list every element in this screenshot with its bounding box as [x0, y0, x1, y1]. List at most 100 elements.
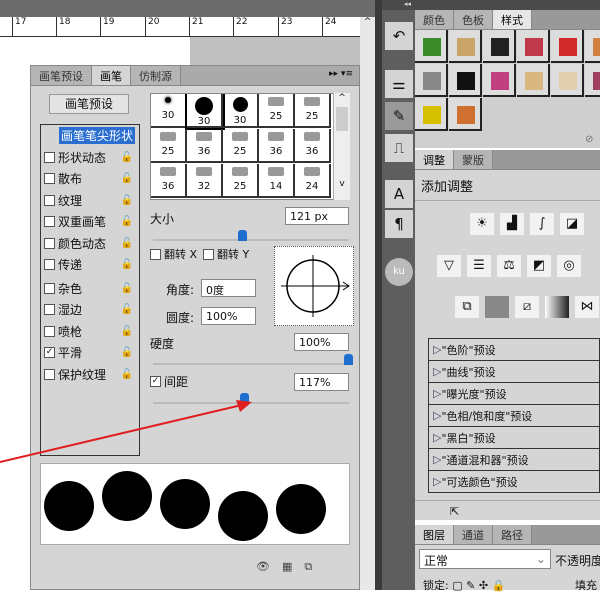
- adjustment-preset-item[interactable]: ▷ "色阶"预设: [429, 339, 599, 361]
- brush-tip[interactable]: [259, 199, 295, 200]
- tab-paths[interactable]: 路径: [493, 525, 532, 544]
- size-slider-thumb[interactable]: [238, 230, 248, 241]
- option-shape-dynamics[interactable]: 形状动态 🔓: [41, 147, 139, 169]
- style-swatch[interactable]: [483, 30, 516, 63]
- checkbox[interactable]: [44, 151, 55, 163]
- vibrance-icon[interactable]: ▽: [437, 255, 461, 277]
- size-slider[interactable]: [153, 230, 349, 241]
- panel-menu-icon[interactable]: ▸▸ ▾≡: [181, 66, 359, 85]
- brush-tip[interactable]: 36: [295, 129, 331, 163]
- blend-mode-select[interactable]: 正常 ⌄: [419, 549, 551, 569]
- option-scattering[interactable]: 散布 🔓: [41, 168, 139, 190]
- checkbox[interactable]: [44, 173, 55, 185]
- option-noise[interactable]: 杂色 🔓: [41, 278, 139, 300]
- option-transfer[interactable]: 传递 🔓: [41, 254, 139, 276]
- option-airbrush[interactable]: 喷枪 🔓: [41, 321, 139, 343]
- angle-input[interactable]: 0度: [201, 279, 256, 297]
- option-texture[interactable]: 纹理 🔓: [41, 190, 139, 212]
- brush-presets-button[interactable]: 画笔预设: [49, 94, 129, 114]
- tab-channels[interactable]: 通道: [454, 525, 493, 544]
- threshold-icon[interactable]: ⧄: [515, 296, 539, 318]
- checkbox[interactable]: [44, 216, 55, 228]
- history-icon[interactable]: ↶: [385, 22, 413, 50]
- exposure-icon[interactable]: ◪: [560, 213, 584, 235]
- style-swatch[interactable]: [449, 98, 482, 131]
- style-swatch[interactable]: [585, 30, 600, 63]
- lock-icon[interactable]: 🔓: [121, 216, 133, 227]
- tip-grid-scrollbar[interactable]: ^ v: [333, 93, 350, 200]
- clone-source-icon[interactable]: ⎍: [385, 134, 413, 162]
- grid-icon[interactable]: ▦: [282, 560, 304, 573]
- option-smoothing[interactable]: ✓ 平滑 🔓: [41, 342, 139, 364]
- option-wet-edges[interactable]: 湿边 🔓: [41, 299, 139, 321]
- style-swatch[interactable]: [415, 98, 448, 131]
- tab-adjustments[interactable]: 调整: [415, 150, 454, 169]
- style-swatch[interactable]: [585, 64, 600, 97]
- tab-layers[interactable]: 图层: [415, 525, 454, 544]
- levels-icon[interactable]: ▟: [500, 213, 524, 235]
- hardness-input[interactable]: 100%: [294, 333, 349, 351]
- brush-tip[interactable]: [223, 199, 259, 200]
- style-swatch[interactable]: [415, 30, 448, 63]
- curves-icon[interactable]: ∫: [530, 213, 554, 235]
- brush-tip[interactable]: 25: [223, 129, 259, 163]
- tab-swatches[interactable]: 色板: [454, 10, 493, 29]
- paragraph-icon[interactable]: ¶: [385, 210, 413, 238]
- brush-tip[interactable]: 30: [151, 94, 187, 128]
- brightness-contrast-icon[interactable]: ☀: [470, 213, 494, 235]
- tab-brush-presets[interactable]: 画笔预设: [31, 66, 92, 85]
- brush-tip[interactable]: 36: [259, 129, 295, 163]
- scroll-up-icon[interactable]: ^: [364, 17, 372, 27]
- lock-icon[interactable]: 🔓: [121, 283, 133, 294]
- style-swatch[interactable]: [517, 30, 550, 63]
- brush-tip[interactable]: 32: [187, 164, 223, 198]
- checkbox[interactable]: [44, 368, 55, 380]
- brush-tip[interactable]: 30: [185, 94, 225, 130]
- spacing-input[interactable]: 117%: [294, 373, 349, 391]
- black-white-icon[interactable]: ◩: [527, 255, 551, 277]
- adjustment-preset-item[interactable]: ▷ "曝光度"预设: [429, 383, 599, 405]
- angle-roundness-widget[interactable]: [274, 246, 354, 326]
- selective-color-icon[interactable]: ⋈: [575, 296, 599, 318]
- expand-triangle-icon[interactable]: ▷: [433, 343, 441, 356]
- adjustment-preset-item[interactable]: ▷ "通道混和器"预设: [429, 449, 599, 471]
- checkbox[interactable]: [44, 194, 55, 206]
- checkbox[interactable]: [44, 325, 55, 337]
- new-preset-icon[interactable]: ⧉: [304, 560, 324, 573]
- character-icon[interactable]: A: [385, 180, 413, 208]
- color-balance-icon[interactable]: ⚖: [497, 255, 521, 277]
- lock-icon[interactable]: 🔓: [121, 304, 133, 315]
- style-swatch[interactable]: [483, 64, 516, 97]
- lock-icon[interactable]: 🔓: [121, 259, 133, 270]
- tab-color[interactable]: 颜色: [415, 10, 454, 29]
- style-swatch[interactable]: [517, 64, 550, 97]
- option-brush-tip-shape[interactable]: 画笔笔尖形状: [41, 125, 139, 147]
- lock-icon[interactable]: 🔓: [121, 152, 133, 163]
- expand-triangle-icon[interactable]: ▷: [433, 431, 441, 444]
- brush-panel-icon[interactable]: ✎: [385, 102, 413, 130]
- adjustment-preset-item[interactable]: ▷ "曲线"预设: [429, 361, 599, 383]
- checkbox-checked[interactable]: ✓: [44, 347, 55, 359]
- spacing-slider-thumb[interactable]: [240, 393, 250, 404]
- lock-icon[interactable]: 🔓: [121, 173, 133, 184]
- checkbox[interactable]: [44, 259, 55, 271]
- expand-triangle-icon[interactable]: ▷: [433, 453, 441, 466]
- brush-tip[interactable]: 25: [223, 164, 259, 198]
- hardness-slider[interactable]: [153, 354, 353, 365]
- clear-style-icon[interactable]: ⊘: [585, 134, 593, 145]
- tab-clone-source[interactable]: 仿制源: [131, 66, 181, 85]
- gradient-map-icon[interactable]: [545, 296, 569, 318]
- roundness-input[interactable]: 100%: [201, 307, 256, 325]
- style-swatch[interactable]: [415, 64, 448, 97]
- brush-tip[interactable]: 25: [295, 94, 331, 128]
- adjustment-preset-item[interactable]: ▷ "黑白"预设: [429, 427, 599, 449]
- style-swatch[interactable]: [551, 30, 584, 63]
- lock-icon[interactable]: 🔓: [121, 369, 133, 380]
- spacing-slider[interactable]: [153, 393, 349, 404]
- brush-tip[interactable]: [187, 199, 223, 200]
- lock-icon[interactable]: 🔓: [121, 195, 133, 206]
- brush-tip[interactable]: 24: [295, 164, 331, 198]
- brush-tip[interactable]: [151, 199, 187, 200]
- brush-tip[interactable]: 30: [223, 94, 259, 128]
- adjustment-preset-item[interactable]: ▷ "色相/饱和度"预设: [429, 405, 599, 427]
